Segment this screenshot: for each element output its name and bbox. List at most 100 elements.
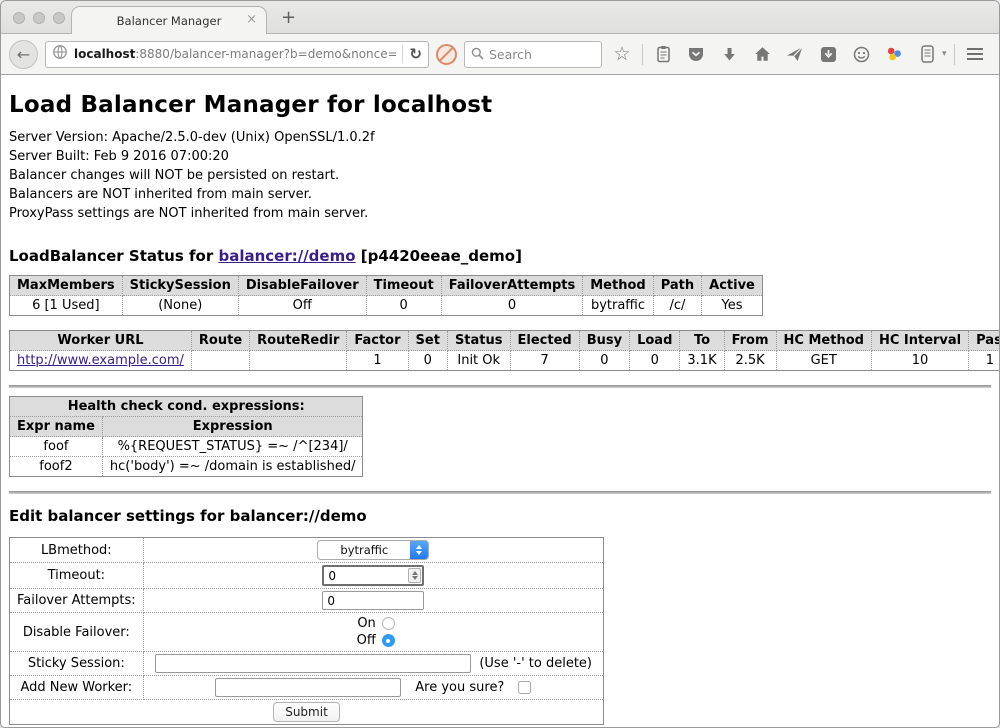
cell-load: 0 — [630, 351, 680, 371]
lbmethod-selected-value: bytraffic — [318, 543, 410, 557]
tab-title: Balancer Manager — [117, 14, 222, 28]
balancer-status-table: MaxMembers StickySession DisableFailover… — [9, 275, 763, 316]
col-method: Method — [583, 276, 653, 296]
col-hc-interval: HC Interval — [871, 331, 968, 351]
page-content: Load Balancer Manager for localhost Serv… — [1, 75, 999, 727]
cell-busy: 0 — [579, 351, 629, 371]
sticky-session-hint: (Use '-' to delete) — [479, 656, 592, 671]
grid-extension-icon[interactable] — [995, 41, 1000, 67]
col-expr-name: Expr name — [10, 417, 103, 437]
extension-download-icon[interactable] — [815, 41, 841, 67]
cell-expr-name: foof — [10, 437, 103, 457]
cell-routeredir — [250, 351, 347, 371]
tab-close-icon[interactable]: × — [246, 13, 257, 27]
minimize-window-button[interactable] — [33, 12, 45, 24]
reload-icon[interactable]: ↻ — [409, 45, 422, 63]
add-worker-input[interactable] — [215, 678, 401, 697]
color-dots-extension-icon[interactable] — [881, 41, 907, 67]
radio-off-label: Off — [352, 633, 376, 648]
page-title: Load Balancer Manager for localhost — [9, 92, 991, 118]
cell-timeout: 0 — [366, 296, 441, 316]
form-row-submit: Submit — [10, 700, 604, 725]
table-title-row: Health check cond. expressions: — [10, 397, 363, 417]
bookmark-star-icon[interactable]: ☆ — [609, 41, 635, 67]
container-extension-icon[interactable] — [914, 41, 940, 67]
cell-passes: 1 (0) — [969, 351, 999, 371]
zoom-window-button[interactable] — [53, 12, 65, 24]
emoji-icon[interactable] — [848, 41, 874, 67]
tab-bar: Balancer Manager × + — [1, 1, 999, 33]
select-arrows-icon — [410, 541, 428, 559]
are-you-sure-checkbox[interactable] — [518, 681, 531, 694]
add-worker-label: Add New Worker: — [10, 676, 144, 700]
cell-active: Yes — [702, 296, 763, 316]
url-text[interactable]: localhost:8880/balancer-manager?b=demo&n… — [74, 47, 396, 61]
submit-button[interactable]: Submit — [273, 702, 340, 722]
search-bar[interactable] — [464, 41, 602, 68]
hc-row: foof %{REQUEST_STATUS} =~ /^[234]/ — [10, 437, 363, 457]
edit-settings-heading: Edit balancer settings for balancer://de… — [9, 507, 991, 525]
disable-failover-on-radio[interactable] — [382, 617, 395, 630]
col-routeredir: RouteRedir — [250, 331, 347, 351]
col-set: Set — [408, 331, 447, 351]
table-header-row: Worker URL Route RouteRedir Factor Set S… — [10, 331, 1000, 351]
cell-path: /c/ — [653, 296, 701, 316]
content-blocked-icon[interactable] — [436, 44, 457, 65]
server-info: Server Version: Apache/2.5.0-dev (Unix) … — [9, 128, 991, 223]
failover-attempts-input[interactable] — [322, 591, 424, 610]
cell-stickysession: (None) — [122, 296, 238, 316]
search-icon — [471, 45, 484, 64]
form-row-disable-failover: Disable Failover: On Off — [10, 613, 604, 652]
col-busy: Busy — [579, 331, 629, 351]
toolbar-divider-2 — [954, 44, 955, 65]
cell-factor: 1 — [347, 351, 408, 371]
sticky-session-input[interactable] — [155, 654, 472, 673]
chevron-down-icon[interactable]: ▾ — [942, 49, 947, 59]
downloads-icon[interactable] — [716, 41, 742, 67]
menu-hamburger-icon[interactable] — [962, 41, 988, 67]
pocket-icon[interactable] — [683, 41, 709, 67]
disable-failover-off-radio[interactable] — [382, 634, 395, 647]
col-from: From — [724, 331, 776, 351]
form-row-add-worker: Add New Worker: Are you sure? — [10, 676, 604, 700]
balancer-demo-link[interactable]: balancer://demo — [218, 247, 355, 265]
cell-hc-interval: 10 — [871, 351, 968, 371]
url-bar[interactable]: localhost:8880/balancer-manager?b=demo&n… — [45, 41, 429, 68]
number-stepper-icon[interactable] — [408, 568, 421, 583]
cell-set: 0 — [408, 351, 447, 371]
lbmethod-select[interactable]: bytraffic — [317, 540, 429, 560]
worker-url-link[interactable]: http://www.example.com/ — [17, 353, 184, 368]
section-divider — [9, 491, 991, 494]
edit-settings-form: LBmethod: bytraffic Timeout: — [9, 537, 604, 725]
cell-maxmembers: 6 [1 Used] — [10, 296, 123, 316]
cell-to: 3.1K — [680, 351, 724, 371]
server-built: Server Built: Feb 9 2016 07:00:20 — [9, 147, 991, 166]
cell-route — [191, 351, 249, 371]
cell-elected: 7 — [510, 351, 579, 371]
form-row-lbmethod: LBmethod: bytraffic — [10, 538, 604, 563]
worker-table: Worker URL Route RouteRedir Factor Set S… — [9, 330, 999, 371]
new-tab-button[interactable]: + — [281, 7, 296, 28]
col-route: Route — [191, 331, 249, 351]
server-version: Server Version: Apache/2.5.0-dev (Unix) … — [9, 128, 991, 147]
cell-worker-url: http://www.example.com/ — [10, 351, 192, 371]
home-icon[interactable] — [749, 41, 775, 67]
disable-failover-label: Disable Failover: — [10, 613, 144, 652]
timeout-label: Timeout: — [10, 563, 144, 589]
radio-on-label: On — [352, 616, 376, 631]
section-divider — [9, 385, 991, 388]
sticky-session-label: Sticky Session: — [10, 652, 144, 676]
back-button[interactable]: ← — [9, 40, 38, 69]
cell-method: bytraffic — [583, 296, 653, 316]
search-input[interactable] — [489, 47, 595, 62]
col-timeout: Timeout — [366, 276, 441, 296]
tab-balancer-manager[interactable]: Balancer Manager × — [71, 6, 267, 34]
col-disablefailover: DisableFailover — [238, 276, 366, 296]
close-window-button[interactable] — [13, 12, 25, 24]
reading-list-icon[interactable] — [650, 41, 676, 67]
hc-row: foof2 hc('body') =~ /domain is establish… — [10, 457, 363, 477]
col-load: Load — [630, 331, 680, 351]
form-row-timeout: Timeout: — [10, 563, 604, 589]
send-icon[interactable] — [782, 41, 808, 67]
are-you-sure-label: Are you sure? — [415, 680, 504, 695]
